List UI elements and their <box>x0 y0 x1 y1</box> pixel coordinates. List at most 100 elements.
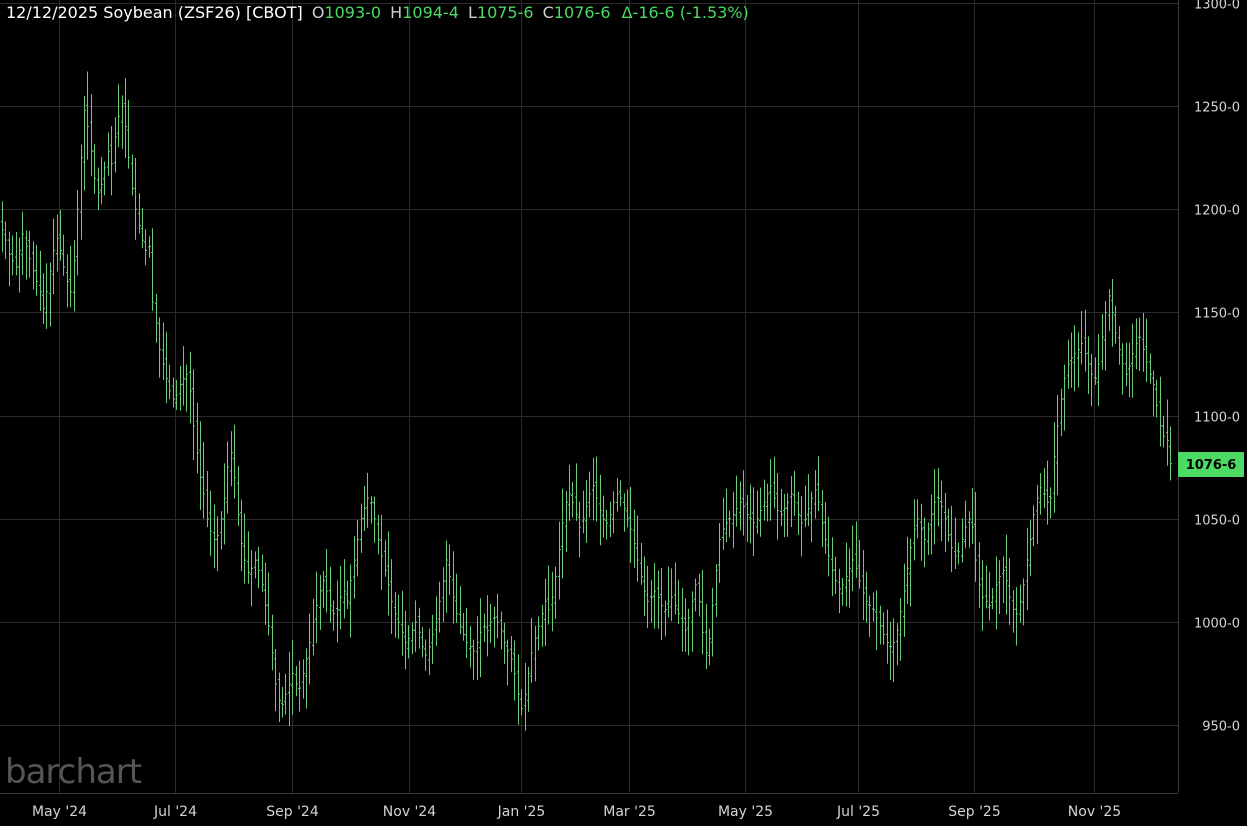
ohlc-bar <box>735 475 738 527</box>
ohlc-bar <box>500 611 503 650</box>
last-price-marker: 1076-6 <box>1178 452 1244 477</box>
ohlc-bar <box>855 521 858 578</box>
ohlc-bar <box>243 513 246 584</box>
x-tick-label: Nov '25 <box>1068 804 1121 820</box>
high-label: H <box>390 3 403 22</box>
ohlc-bar <box>483 613 486 642</box>
ohlc-bar <box>302 659 305 699</box>
ohlc-bar <box>899 598 902 661</box>
ohlc-bar <box>804 485 807 528</box>
ohlc-bar <box>158 317 161 378</box>
ohlc-bar <box>336 580 339 643</box>
ohlc-bar <box>599 474 602 546</box>
ohlc-bar <box>213 504 216 569</box>
ohlc-bar <box>411 622 414 655</box>
ohlc-bar <box>103 161 106 196</box>
ohlc-bar <box>343 559 346 619</box>
ohlc-bar <box>291 640 294 715</box>
ohlc-bar <box>1166 399 1169 466</box>
ohlc-bar <box>889 621 892 681</box>
ohlc-bar <box>578 501 581 558</box>
ohlc-bar <box>424 639 427 671</box>
ohlc-bar <box>824 502 827 554</box>
ohlc-bar <box>517 654 520 725</box>
low-label: L <box>467 3 477 22</box>
ohlc-bar <box>42 273 45 325</box>
symbol-line: 12/12/2025 Soybean (ZSF26) [CBOT] <box>6 3 303 22</box>
ohlc-bar <box>428 628 431 676</box>
ohlc-bar <box>1046 460 1049 525</box>
ohlc-bar <box>32 241 35 290</box>
ohlc-bar <box>780 488 783 527</box>
x-tick-label: Jul '25 <box>836 804 880 820</box>
ohlc-bar <box>295 666 298 697</box>
ohlc-bar <box>650 580 653 623</box>
ohlc-bar <box>909 538 912 607</box>
ohlc-bar <box>21 211 24 275</box>
ohlc-bar <box>991 588 994 609</box>
ohlc-bar <box>875 590 878 651</box>
ohlc-bar <box>534 625 537 682</box>
ohlc-bar <box>1036 484 1039 545</box>
ohlc-bar <box>667 566 670 618</box>
ohlc-bar <box>954 517 957 569</box>
ohlc-bar <box>284 673 287 715</box>
ohlc-bar <box>134 157 137 240</box>
ohlc-bar <box>329 566 332 623</box>
ohlc-bar <box>968 511 971 548</box>
ohlc-bar <box>1012 590 1015 633</box>
ohlc-bar <box>322 570 325 608</box>
ohlc-bar <box>1097 333 1100 406</box>
ohlc-bar <box>1104 300 1107 371</box>
ohlc-bar <box>524 662 527 731</box>
ohlc-bar <box>1114 305 1117 344</box>
ohlc-bar <box>862 550 865 621</box>
ohlc-bar <box>162 322 165 380</box>
y-tick-label: 1300-0 <box>1194 0 1240 13</box>
close-label: C <box>542 3 554 22</box>
ohlc-bar <box>558 521 561 600</box>
ohlc-bar <box>401 590 404 656</box>
ohlc-bar <box>196 402 199 474</box>
ohlc-bar <box>452 551 455 624</box>
ohlc-bar <box>944 492 947 552</box>
ohlc-bar <box>421 627 424 658</box>
ohlc-bar <box>189 351 192 424</box>
ohlc-bar <box>220 511 223 550</box>
ohlc-bar <box>848 548 851 608</box>
ohlc-bar <box>442 567 445 622</box>
ohlc-bar <box>1169 426 1172 481</box>
ohlc-bar <box>831 537 834 597</box>
ohlc-bar <box>705 603 708 670</box>
ohlc-bar <box>349 564 352 638</box>
ohlc-bar <box>920 503 923 561</box>
ohlc-bar <box>356 519 359 577</box>
ohlc-bar <box>708 628 711 666</box>
ohlc-bar <box>752 487 755 556</box>
ohlc-bar <box>1008 558 1011 625</box>
ohlc-bar <box>940 480 943 542</box>
ohlc-bar <box>769 459 772 521</box>
ohlc-bar <box>698 573 701 617</box>
ohlc-bar <box>93 143 96 194</box>
ohlc-bar <box>35 244 38 296</box>
ohlc-bar <box>144 229 147 266</box>
ohlc-bar <box>1019 584 1022 623</box>
ohlc-bar <box>565 491 568 552</box>
ohlc-bar <box>530 617 533 683</box>
ohlc-bar <box>435 596 438 647</box>
high-value: 1094-4 <box>402 3 459 22</box>
ohlc-bar <box>834 556 837 595</box>
price-chart[interactable]: 1300-0 1250-0 1200-0 1150-0 1100-0 1050-0 1000… <box>0 0 1247 826</box>
ohlc-bar <box>807 474 810 527</box>
ohlc-bar <box>821 489 824 548</box>
ohlc-bar <box>845 542 848 607</box>
ohlc-bar <box>1125 342 1128 387</box>
ohlc-bar <box>903 563 906 637</box>
ohlc-bar <box>742 470 745 536</box>
ohlc-bar <box>148 236 151 258</box>
ohlc-bar <box>1090 353 1093 407</box>
ohlc-bar <box>571 482 574 518</box>
ohlc-bar <box>472 639 475 680</box>
ohlc-bar <box>493 606 496 648</box>
